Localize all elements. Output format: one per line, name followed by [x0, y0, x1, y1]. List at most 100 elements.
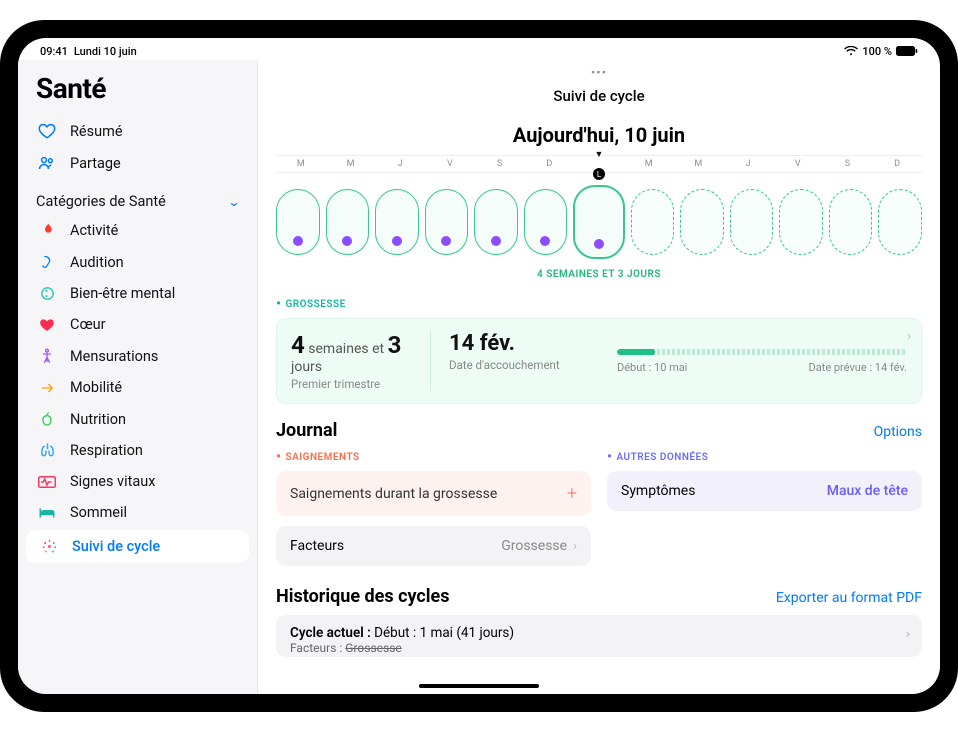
cycle-day-future[interactable]: [631, 189, 675, 255]
cycle-day[interactable]: [524, 189, 568, 255]
brain-icon: [36, 285, 58, 302]
dow-cell: S: [475, 159, 525, 169]
journal-heading: Journal: [276, 420, 337, 441]
export-pdf-button[interactable]: Exporter au format PDF: [776, 590, 922, 606]
status-date: Lundi 10 juin: [74, 45, 137, 58]
app-title: Santé: [18, 68, 257, 115]
pregnancy-start-label: Début : 10 mai: [617, 361, 687, 374]
heart-icon: [36, 317, 58, 333]
bleeding-row[interactable]: Saignements durant la grossesse +: [276, 471, 591, 516]
sidebar-item-audition[interactable]: Audition: [18, 246, 257, 278]
cycle-day-future[interactable]: [878, 189, 922, 255]
cycle-pill-row[interactable]: [276, 173, 922, 269]
cycle-day-future[interactable]: [680, 189, 724, 255]
factors-value: Grossesse: [501, 538, 567, 554]
lungs-icon: [36, 442, 58, 459]
dow-cell: S: [823, 159, 873, 169]
cycle-day[interactable]: [326, 189, 370, 255]
sidebar-item-label: Activité: [70, 222, 118, 239]
sidebar-item-sommeil[interactable]: Sommeil: [18, 497, 257, 528]
cycle-day-future[interactable]: [730, 189, 774, 255]
sidebar-item-mensurations[interactable]: Mensurations: [18, 340, 257, 372]
cycle-day[interactable]: [276, 189, 320, 255]
sidebar-item-suivi-cycle[interactable]: Suivi de cycle: [26, 530, 249, 563]
history-sub-value: Grossesse: [345, 641, 401, 655]
cycle-day[interactable]: [375, 189, 419, 255]
chevron-right-icon: ›: [906, 627, 911, 642]
chevron-right-icon: ›: [907, 329, 911, 344]
status-time: 09:41: [40, 45, 68, 58]
dow-row: ▼ L M M J V S D M M J V S D: [276, 155, 922, 173]
cycle-icon: [38, 538, 60, 555]
sidebar-item-label: Suivi de cycle: [72, 538, 160, 555]
ecg-icon: [36, 475, 58, 489]
cycle-day[interactable]: [425, 189, 469, 255]
cycle-day-today[interactable]: [573, 185, 625, 259]
home-indicator[interactable]: [419, 684, 539, 688]
factors-label: Facteurs: [290, 538, 344, 554]
sidebar-item-label: Bien-être mental: [70, 285, 175, 302]
dow-cell: M: [674, 159, 724, 169]
sidebar-item-label: Nutrition: [70, 411, 126, 428]
sidebar-item-nutrition[interactable]: Nutrition: [18, 403, 257, 435]
pregnancy-progress-bar: [617, 349, 907, 355]
symptoms-label: Symptômes: [621, 483, 695, 499]
sidebar-item-label: Mensurations: [70, 348, 158, 365]
body-icon: [36, 347, 58, 365]
pregnancy-card[interactable]: › 4 semaines et 3 jours Premier trimestr…: [276, 318, 922, 404]
bleeding-row-label: Saignements durant la grossesse: [290, 486, 497, 502]
history-sub-label: Facteurs :: [290, 641, 342, 655]
dow-cell: J: [375, 159, 425, 169]
heart-outline-icon: [36, 122, 58, 140]
sidebar-item-coeur[interactable]: Cœur: [18, 309, 257, 340]
wifi-icon: [844, 46, 858, 56]
other-data-tag: AUTRES DONNÉES: [607, 447, 922, 471]
symptoms-row[interactable]: Symptômes Maux de tête: [607, 471, 922, 511]
sidebar-item-bien-etre[interactable]: Bien-être mental: [18, 278, 257, 309]
sidebar-item-label: Signes vitaux: [70, 473, 155, 490]
symptoms-value: Maux de tête: [827, 483, 908, 499]
categories-header[interactable]: Catégories de Santé ⌄: [18, 179, 257, 214]
sidebar-item-signes-vitaux[interactable]: Signes vitaux: [18, 466, 257, 497]
factors-row[interactable]: Facteurs Grossesse ›: [276, 526, 591, 566]
apple-icon: [36, 410, 58, 428]
sidebar-item-respiration[interactable]: Respiration: [18, 435, 257, 466]
history-current-cycle[interactable]: › Cycle actuel : Début : 1 mai (41 jours…: [276, 615, 922, 657]
cycle-day-future[interactable]: [779, 189, 823, 255]
today-marker-icon: ▼: [595, 149, 604, 160]
plus-icon: +: [567, 483, 577, 504]
duration-label: 4 SEMAINES ET 3 JOURS: [276, 269, 922, 294]
dow-cell: V: [773, 159, 823, 169]
journal-options-button[interactable]: Options: [874, 424, 922, 440]
dow-cell: J: [723, 159, 773, 169]
arrow-icon: [36, 380, 58, 396]
history-heading: Historique des cycles: [276, 586, 450, 607]
dow-cell: M: [624, 159, 674, 169]
cycle-day-future[interactable]: [829, 189, 873, 255]
flame-icon: [36, 221, 58, 239]
ear-icon: [36, 253, 58, 271]
categories-header-label: Catégories de Santé: [36, 193, 166, 210]
sidebar-partage-label: Partage: [70, 155, 121, 172]
sidebar-item-label: Sommeil: [70, 504, 127, 521]
sidebar-item-mobilite[interactable]: Mobilité: [18, 372, 257, 403]
sidebar-item-resume[interactable]: Résumé: [18, 115, 257, 147]
chevron-right-icon: ›: [573, 539, 577, 554]
page-title: Suivi de cycle: [276, 87, 922, 123]
status-bar: 09:41 Lundi 10 juin 100 %: [18, 38, 940, 60]
sidebar-item-activite[interactable]: Activité: [18, 214, 257, 246]
dow-cell: D: [872, 159, 922, 169]
sidebar-item-partage[interactable]: Partage: [18, 147, 257, 179]
pregnancy-duration: 4 semaines et 3 jours: [291, 331, 418, 375]
pregnancy-expected-label: Date prévue : 14 fév.: [809, 361, 907, 374]
more-icon[interactable]: •••: [276, 64, 922, 87]
sidebar-item-label: Cœur: [70, 316, 106, 333]
battery-icon: [896, 46, 918, 56]
sidebar-item-label: Audition: [70, 254, 124, 271]
chevron-down-icon: ⌄: [227, 195, 240, 209]
cycle-day[interactable]: [474, 189, 518, 255]
sidebar-item-label: Respiration: [70, 442, 143, 459]
dow-cell: M: [276, 159, 326, 169]
dow-cell: D: [524, 159, 574, 169]
pregnancy-tag: GROSSESSE: [276, 294, 922, 318]
